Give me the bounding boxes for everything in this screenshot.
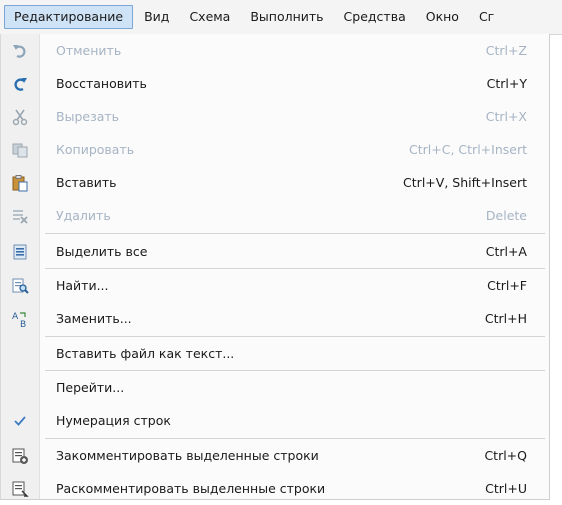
menu-item-cut[interactable]: Вырезать Ctrl+X bbox=[1, 100, 549, 133]
delete-icon bbox=[1, 199, 39, 232]
menu-item-label: Вырезать bbox=[56, 109, 120, 124]
menu-item-label: Восстановить bbox=[56, 76, 147, 91]
menu-item-label: Раскомментировать выделенные строки bbox=[56, 481, 326, 496]
copy-icon bbox=[1, 133, 39, 166]
paste-icon bbox=[1, 166, 39, 199]
menu-item-label: Закомментировать выделенные строки bbox=[56, 448, 319, 463]
menu-item-replace[interactable]: AB Заменить... Ctrl+H bbox=[1, 302, 549, 335]
svg-text:A: A bbox=[12, 312, 19, 322]
menu-item-label: Найти... bbox=[56, 278, 109, 293]
menu-item-shortcut: Ctrl+F bbox=[487, 278, 527, 293]
menu-item-shortcut: Ctrl+A bbox=[485, 244, 527, 259]
menu-item-label: Удалить bbox=[56, 208, 111, 223]
menu-item-shortcut: Ctrl+Q bbox=[484, 448, 527, 463]
checkmark-icon bbox=[1, 404, 39, 437]
edit-dropdown-menu: Отменить Ctrl+Z Восстановить Ctrl+Y Выре… bbox=[0, 34, 550, 500]
menu-tools[interactable]: Средства bbox=[335, 5, 415, 29]
menu-item-redo[interactable]: Восстановить Ctrl+Y bbox=[1, 67, 549, 100]
menu-item-label: Вставить bbox=[56, 175, 117, 190]
comment-icon bbox=[1, 439, 39, 472]
menu-item-line-numbering[interactable]: Нумерация строк bbox=[1, 404, 549, 437]
svg-text:B: B bbox=[20, 320, 26, 328]
redo-icon bbox=[1, 67, 39, 100]
menu-item-shortcut: Ctrl+Z bbox=[485, 43, 527, 58]
menu-separator bbox=[45, 233, 545, 234]
uncomment-icon bbox=[1, 472, 39, 505]
menu-item-label: Копировать bbox=[56, 142, 135, 157]
menu-item-undo[interactable]: Отменить Ctrl+Z bbox=[1, 34, 549, 67]
menu-item-label: Нумерация строк bbox=[56, 413, 171, 428]
menu-item-find[interactable]: Найти... Ctrl+F bbox=[1, 269, 549, 302]
undo-icon bbox=[1, 34, 39, 67]
menu-item-go-to[interactable]: Перейти... bbox=[1, 371, 549, 404]
menu-item-shortcut: Ctrl+V, Shift+Insert bbox=[403, 175, 527, 190]
find-icon bbox=[1, 269, 39, 302]
menu-item-shortcut: Ctrl+Y bbox=[486, 76, 527, 91]
menu-item-label: Выделить все bbox=[56, 244, 148, 259]
menu-item-delete[interactable]: Удалить Delete bbox=[1, 199, 549, 232]
menu-view[interactable]: Вид bbox=[135, 5, 178, 29]
menu-item-shortcut: Ctrl+C, Ctrl+Insert bbox=[409, 142, 527, 157]
menu-item-shortcut: Ctrl+H bbox=[484, 311, 527, 326]
menu-item-paste[interactable]: Вставить Ctrl+V, Shift+Insert bbox=[1, 166, 549, 199]
menu-item-label: Отменить bbox=[56, 43, 122, 58]
select-all-icon bbox=[1, 235, 39, 268]
menu-edit[interactable]: Редактирование bbox=[4, 5, 134, 29]
menu-window[interactable]: Окно bbox=[417, 5, 468, 29]
menu-item-uncomment-lines[interactable]: Раскомментировать выделенные строки Ctrl… bbox=[1, 472, 549, 505]
replace-icon: AB bbox=[1, 302, 39, 335]
menu-cut-off[interactable]: Сг bbox=[470, 5, 503, 29]
scissors-icon bbox=[1, 100, 39, 133]
menu-item-label: Перейти... bbox=[56, 380, 125, 395]
menu-bar: Редактирование Вид Схема Выполнить Средс… bbox=[0, 0, 562, 35]
menu-item-copy[interactable]: Копировать Ctrl+C, Ctrl+Insert bbox=[1, 133, 549, 166]
menu-item-shortcut: Ctrl+X bbox=[485, 109, 527, 124]
menu-item-insert-file-as-text[interactable]: Вставить файл как текст... bbox=[1, 337, 549, 370]
menu-item-label: Вставить файл как текст... bbox=[56, 346, 235, 361]
menu-schema[interactable]: Схема bbox=[180, 5, 239, 29]
menu-item-label: Заменить... bbox=[56, 311, 132, 326]
menu-run[interactable]: Выполнить bbox=[241, 5, 332, 29]
menu-item-shortcut: Delete bbox=[485, 208, 527, 223]
menu-item-shortcut: Ctrl+U bbox=[485, 481, 527, 496]
menu-item-comment-lines[interactable]: Закомментировать выделенные строки Ctrl+… bbox=[1, 439, 549, 472]
menu-item-select-all[interactable]: Выделить все Ctrl+A bbox=[1, 235, 549, 268]
